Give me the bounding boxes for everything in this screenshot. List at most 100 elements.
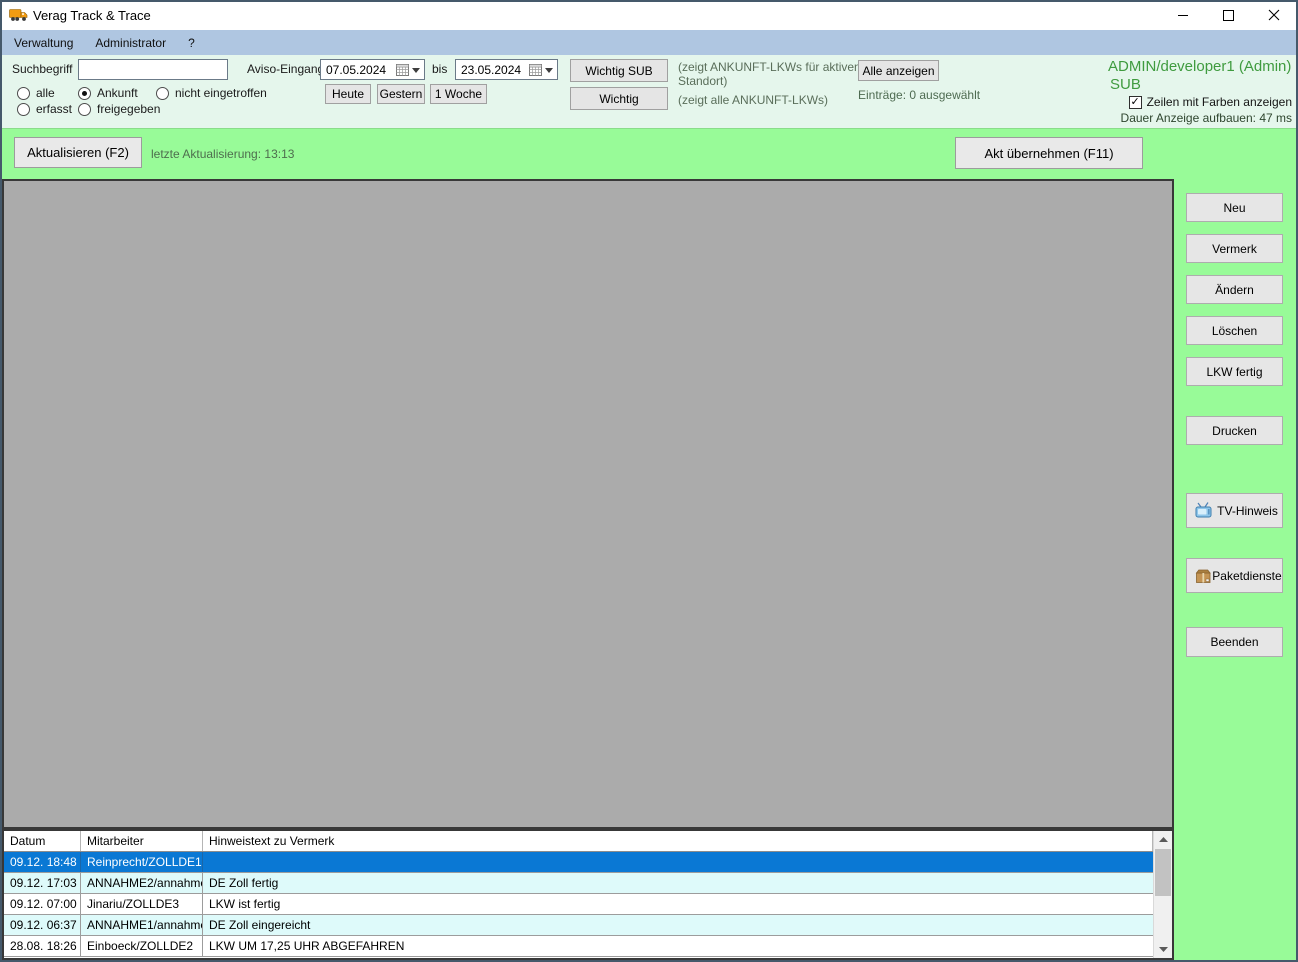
scrollbar-thumb[interactable] xyxy=(1155,849,1171,896)
table-row[interactable]: 09.12. 17:03 ANNAHME2/annahme2 DE Zoll f… xyxy=(4,873,1153,894)
cell-datum: 09.12. 06:37 xyxy=(4,915,81,935)
cell-hinweis: LKW ist fertig xyxy=(209,897,281,911)
loeschen-button[interactable]: Löschen xyxy=(1186,316,1283,345)
tv-hinweis-label: TV-Hinweis xyxy=(1217,503,1278,518)
maximize-icon xyxy=(1223,9,1234,21)
tv-icon xyxy=(1195,502,1213,519)
user-info-line1: ADMIN/developer1 (Admin) xyxy=(1108,58,1292,75)
menu-administrator[interactable]: Administrator xyxy=(84,32,177,54)
paketdienste-button[interactable]: Paketdienste xyxy=(1186,558,1283,593)
drucken-button[interactable]: Drucken xyxy=(1186,416,1283,445)
window-title: Verag Track & Trace xyxy=(33,8,151,23)
search-label: Suchbegriff xyxy=(12,62,73,76)
radio-alle[interactable]: alle xyxy=(17,86,55,100)
date-from-picker[interactable]: 07.05.2024 xyxy=(320,59,425,80)
alle-anzeigen-button[interactable]: Alle anzeigen xyxy=(858,60,939,81)
radio-freigegeben[interactable]: freigegeben xyxy=(78,102,160,116)
minimize-button[interactable] xyxy=(1161,0,1206,30)
filter-panel: Suchbegriff Aviso-Eingang 07.05.2024 bis… xyxy=(0,55,1298,128)
cell-datum: 09.12. 18:48 xyxy=(4,852,81,872)
gestern-button[interactable]: Gestern xyxy=(377,84,425,104)
radio-erfasst[interactable]: erfasst xyxy=(17,102,72,116)
main-content-area xyxy=(2,179,1174,829)
radio-circle[interactable] xyxy=(156,86,169,100)
cell-mitarbeiter: ANNAHME1/annahme1 xyxy=(81,915,203,935)
minimize-icon xyxy=(1178,10,1189,21)
cell-mitarbeiter: Jinariu/ZOLLDE3 xyxy=(81,894,203,914)
column-header-mitarbeiter[interactable]: Mitarbeiter xyxy=(81,831,203,851)
wichtig-sub-hint: (zeigt ANKUNFT-LKWs für aktiven Standort… xyxy=(678,60,861,88)
vermerk-table: Datum Mitarbeiter Hinweistext zu Vermerk… xyxy=(2,829,1174,960)
column-header-datum[interactable]: Datum xyxy=(4,831,81,851)
scroll-down-icon xyxy=(1158,947,1168,952)
aviso-label: Aviso-Eingang xyxy=(247,62,325,76)
scroll-up-icon xyxy=(1158,837,1168,842)
chevron-down-icon xyxy=(545,67,553,77)
cell-hinweis: LKW UM 17,25 UHR ABGEFAHREN xyxy=(209,939,405,953)
wichtig-button[interactable]: Wichtig xyxy=(570,87,668,110)
titlebar: Verag Track & Trace xyxy=(0,0,1298,30)
package-icon xyxy=(1195,568,1212,584)
radio-circle[interactable] xyxy=(17,86,30,100)
user-info-line2: SUB xyxy=(1110,76,1141,93)
radio-freigegeben-label: freigegeben xyxy=(97,102,161,116)
beenden-button[interactable]: Beenden xyxy=(1186,627,1283,657)
tv-hinweis-button[interactable]: TV-Hinweis xyxy=(1186,493,1283,528)
menu-bar: Verwaltung Administrator ? xyxy=(0,30,1298,55)
menu-help[interactable]: ? xyxy=(177,32,206,54)
vermerk-button[interactable]: Vermerk xyxy=(1186,234,1283,263)
refresh-button[interactable]: Aktualisieren (F2) xyxy=(14,137,142,168)
maximize-button[interactable] xyxy=(1206,0,1251,30)
neu-button[interactable]: Neu xyxy=(1186,193,1283,222)
calendar-icon xyxy=(529,63,542,76)
close-icon xyxy=(1268,9,1280,21)
lkw-fertig-button[interactable]: LKW fertig xyxy=(1186,357,1283,386)
rows-color-checkbox-row[interactable]: Zeilen mit Farben anzeigen xyxy=(1128,95,1292,109)
rows-color-checkbox[interactable] xyxy=(1128,95,1142,109)
cell-hinweis: DE Zoll fertig xyxy=(209,876,279,890)
radio-erfasst-label: erfasst xyxy=(36,102,73,116)
table-header-row: Datum Mitarbeiter Hinweistext zu Vermerk xyxy=(4,831,1153,852)
radio-circle[interactable] xyxy=(78,102,91,116)
scroll-down-button[interactable] xyxy=(1154,941,1172,958)
radio-nicht-eingetroffen[interactable]: nicht eingetroffen xyxy=(156,86,267,100)
cell-mitarbeiter: Reinprecht/ZOLLDE1 xyxy=(81,852,203,872)
aendern-button[interactable]: Ändern xyxy=(1186,275,1283,304)
sidebar: Neu Vermerk Ändern Löschen LKW fertig Dr… xyxy=(1174,179,1298,960)
search-input[interactable] xyxy=(78,59,228,80)
column-header-hinweistext[interactable]: Hinweistext zu Vermerk xyxy=(203,831,1153,851)
last-refresh-status: letzte Aktualisierung: 13:13 xyxy=(151,147,295,161)
radio-nicht-eingetroffen-label: nicht eingetroffen xyxy=(175,86,267,100)
scroll-up-button[interactable] xyxy=(1154,831,1172,848)
bis-label: bis xyxy=(432,62,448,76)
takeover-button[interactable]: Akt übernehmen (F11) xyxy=(955,137,1143,169)
cell-hinweis: DE Zoll eingereicht xyxy=(209,918,311,932)
vertical-scrollbar[interactable] xyxy=(1153,831,1172,958)
date-to-picker[interactable]: 23.05.2024 xyxy=(455,59,558,80)
menu-verwaltung[interactable]: Verwaltung xyxy=(3,32,84,54)
rows-color-checkbox-label: Zeilen mit Farben anzeigen xyxy=(1146,95,1292,109)
cell-mitarbeiter: ANNAHME2/annahme2 xyxy=(81,873,203,893)
wichtig-sub-button[interactable]: Wichtig SUB xyxy=(570,59,668,82)
radio-alle-label: alle xyxy=(36,86,55,100)
radio-ankunft[interactable]: Ankunft xyxy=(78,86,138,100)
close-button[interactable] xyxy=(1251,0,1296,30)
table-row[interactable]: 09.12. 07:00 Jinariu/ZOLLDE3 LKW ist fer… xyxy=(4,894,1153,915)
calendar-icon xyxy=(396,63,409,76)
table-row[interactable]: 28.08. 18:26 Einboeck/ZOLLDE2 LKW UM 17,… xyxy=(4,936,1153,957)
radio-circle[interactable] xyxy=(78,86,91,100)
radio-circle[interactable] xyxy=(17,102,30,116)
date-to-value: 23.05.2024 xyxy=(461,62,522,77)
paketdienste-label: Paketdienste xyxy=(1212,568,1282,583)
heute-button[interactable]: Heute xyxy=(325,84,371,104)
date-from-value: 07.05.2024 xyxy=(326,62,387,77)
cell-datum: 09.12. 17:03 xyxy=(4,873,81,893)
table-row[interactable]: 09.12. 18:48 Reinprecht/ZOLLDE1 xyxy=(4,852,1153,873)
chevron-down-icon xyxy=(412,67,420,77)
eine-woche-button[interactable]: 1 Woche xyxy=(430,84,487,104)
table-row[interactable]: 09.12. 06:37 ANNAHME1/annahme1 DE Zoll e… xyxy=(4,915,1153,936)
cell-datum: 28.08. 18:26 xyxy=(4,936,81,956)
entries-status: Einträge: 0 ausgewählt xyxy=(858,88,981,102)
cell-hinweis xyxy=(203,852,1153,872)
truck-icon xyxy=(9,7,28,23)
